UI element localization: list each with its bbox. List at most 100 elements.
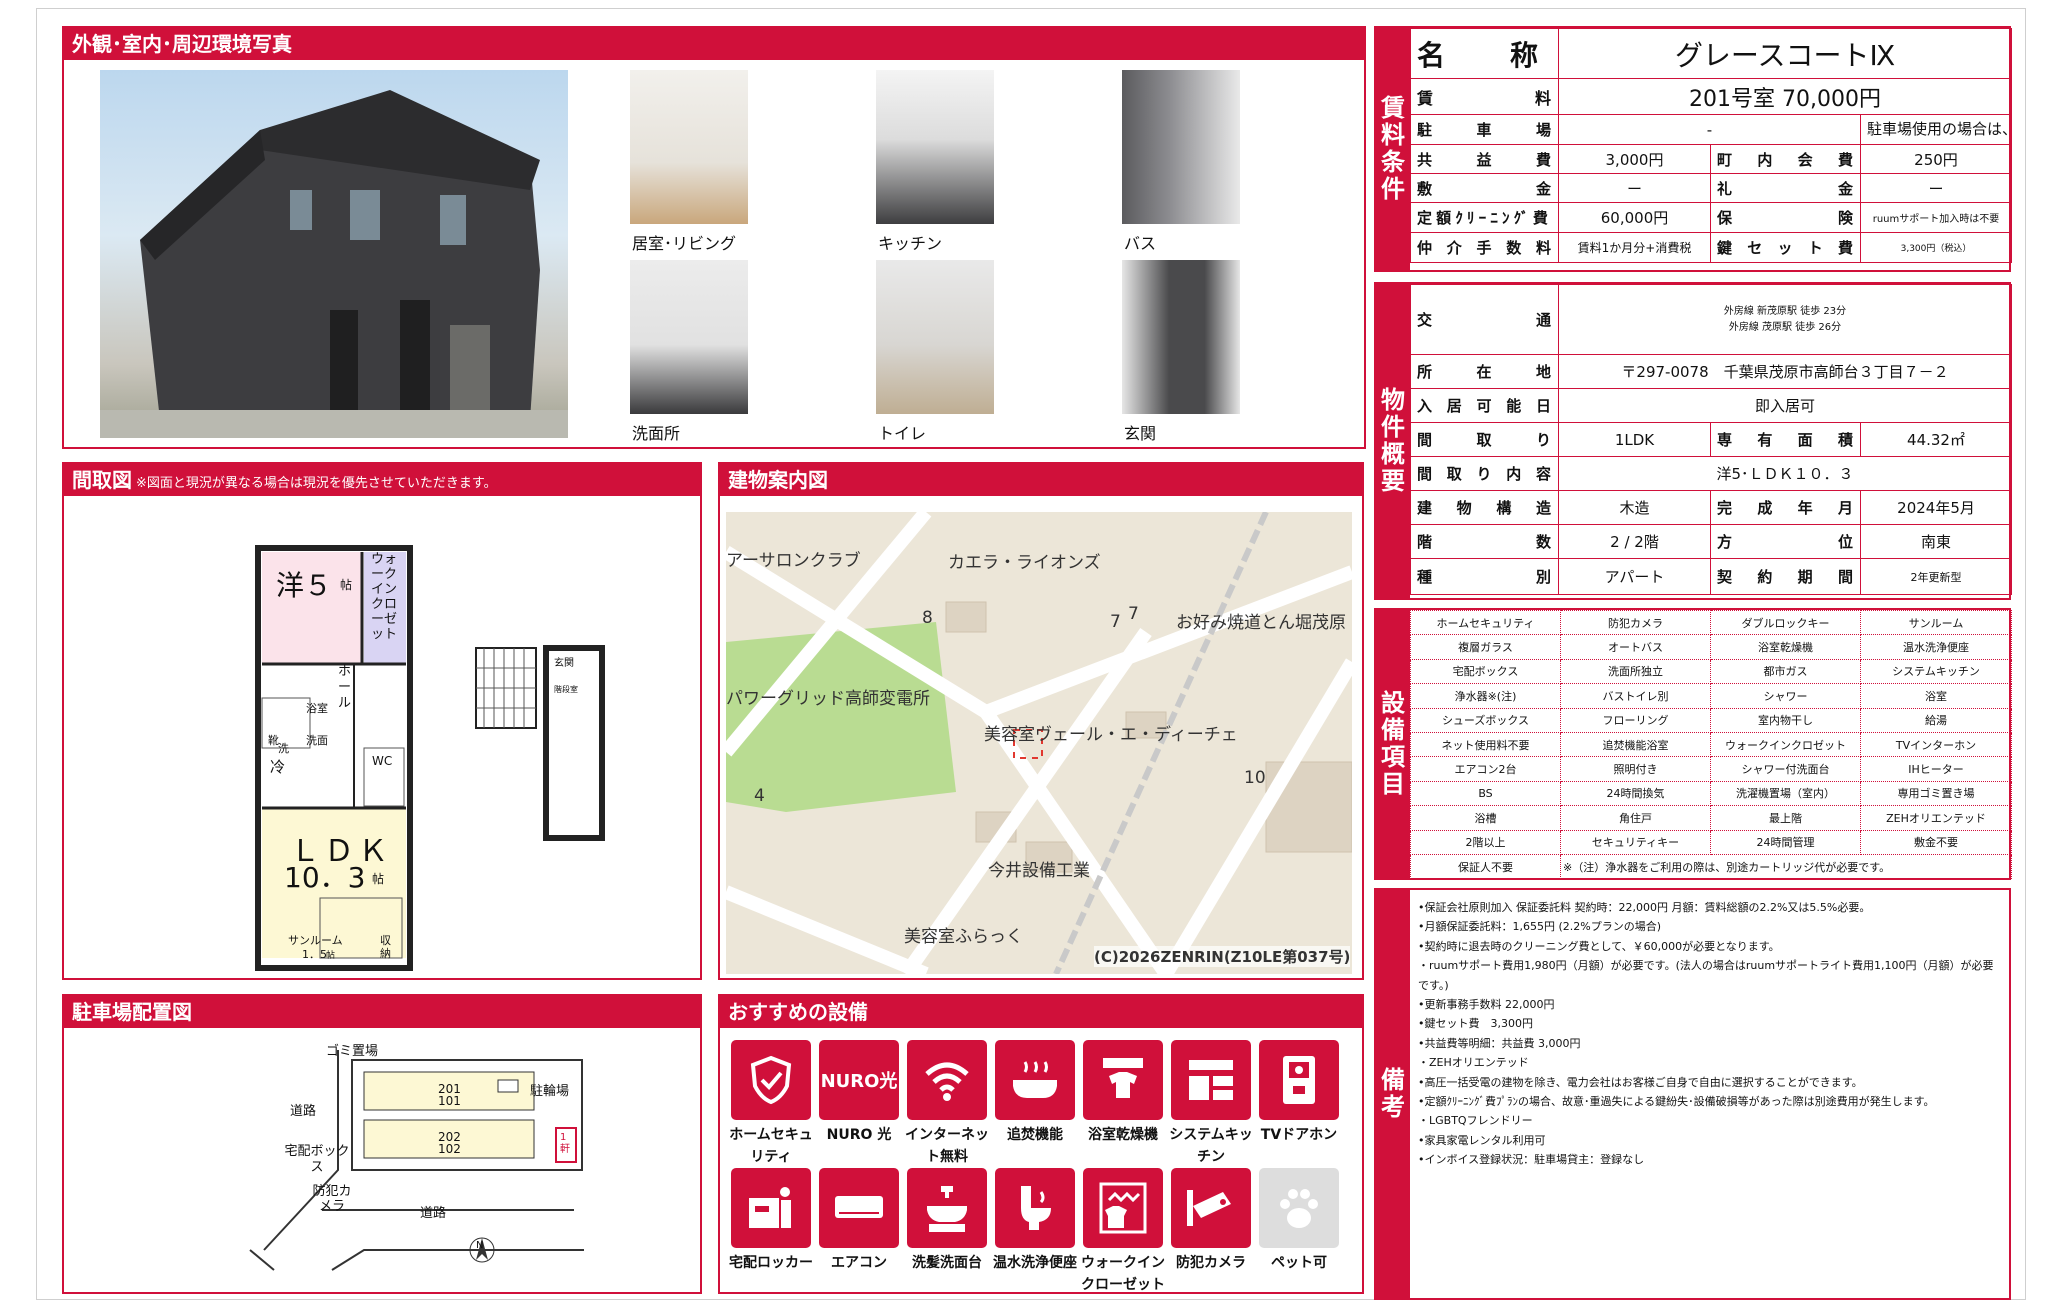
equipment-section: 設備項目 ホームセキュリティ 防犯カメラ ダブルロックキー サンルーム 複層ガラス オート… — [1374, 608, 2012, 880]
camera-icon — [1171, 1168, 1251, 1248]
deposit-label: 敷金 — [1410, 173, 1559, 203]
direction-value: 南東 — [1859, 524, 2013, 559]
equipment-cell: フローリング — [1560, 707, 1711, 733]
map-label-imai: 今井設備工業 — [988, 861, 1090, 881]
rent-table: 名 称グレースコートⅨ 賃料 201号室 70,000円 駐車場 - 駐車場使用の場合… — [1410, 28, 2012, 263]
town-fee-value: 250円 — [1860, 144, 2012, 174]
cleaning-value: 60,000円 — [1558, 202, 1711, 233]
recommend-label: NURO 光 — [826, 1127, 892, 1143]
equipment-cell: 敷金不要 — [1860, 829, 2012, 855]
recommend-title: おすすめの設備 — [720, 996, 1362, 1028]
living-caption: 居室･リビング — [632, 234, 737, 253]
key-set-value: 3,300円（税込） — [1860, 232, 2012, 263]
paw-icon — [1259, 1168, 1339, 1248]
equipment-cell: 洗面所独立 — [1560, 658, 1711, 685]
equipment-row: ネット使用料不要 追焚機能浴室 ウォークインクロゼット TVインターホン — [1410, 731, 2012, 758]
equipment-table: ホームセキュリティ 防犯カメラ ダブルロックキー サンルーム 複層ガラス オートバス 浴室乾… — [1410, 609, 2012, 880]
map-block-8: 8 — [922, 608, 933, 628]
bath-photo — [1122, 70, 1240, 224]
common-fee-label: 共益費 — [1410, 144, 1559, 174]
washbasin-icon — [907, 1168, 987, 1248]
washroom-caption: 洗面所 — [632, 424, 681, 443]
toilet-caption: トイレ — [878, 424, 927, 443]
remarks-label-text: 備考 — [1381, 1066, 1405, 1121]
parking-drawing — [249, 1050, 584, 1271]
map-section: 建物案内図 アーサロンクラブ カエラ・ライオンズ お好み焼道とん堀茂原 パワーグ… — [718, 462, 1364, 980]
type-value: アパート — [1558, 558, 1711, 595]
recommend-label: 追焚機能 — [1007, 1127, 1063, 1143]
flyer-page: 外観･室内･周辺環境写真 居室･リビング キッチン バス 洗面所 トイレ 玄関 … — [0, 0, 2056, 1307]
equipment-cell: 複層ガラス — [1410, 634, 1561, 660]
ldk-size: 10．3 — [284, 861, 366, 894]
map-canvas[interactable]: アーサロンクラブ カエラ・ライオンズ お好み焼道とん堀茂原 パワーグリッド高師変… — [726, 512, 1352, 974]
key-money-label: 礼金 — [1710, 173, 1861, 203]
floorplan-section: 間取図 ※図面と現況が異なる場合は現況を優先させていただきます。 洋５ 帖 ウォー… — [62, 462, 702, 980]
hall-label: ホール — [338, 664, 352, 711]
recommend-section: おすすめの設備 ホームセキュリティ NURO光 NURO 光インターネット無料 追焚機… — [718, 994, 1364, 1294]
remark-line: •更新事務手数料 22,000円 — [1418, 998, 1555, 1012]
equipment-note: ※（注）浄水器をご利用の際は、別途カートリッジ代が必要です。 — [1560, 853, 2012, 880]
property-outline: 物件概要 交通 外房線 新茂原駅 徒歩 23分 外房線 茂原駅 徒歩 26分 所在地… — [1374, 282, 2013, 600]
equipment-cell: 室内物干し — [1710, 707, 1861, 733]
parking-label: 駐車場 — [1410, 114, 1559, 145]
equipment-row: ホームセキュリティ 防犯カメラ ダブルロックキー サンルーム — [1410, 609, 2012, 636]
floors-value: 2 / 2階 — [1558, 524, 1711, 559]
map-label-lions: カエラ・ライオンズ — [948, 553, 1101, 573]
remark-line: •契約時に退去時のクリーニング費として、￥60,000が必要となります。 — [1418, 939, 1780, 953]
map-block-7a: 7 — [1110, 612, 1121, 632]
washroom-photo — [630, 260, 748, 414]
parking-note: 駐車場使用の場合は、別途手数料（駐車料+消費税）が必要です。 — [1860, 114, 2012, 145]
equipment-cell: ホームセキュリティ — [1410, 609, 1561, 636]
equipment-cell: 照明付き — [1560, 756, 1711, 782]
equipment-cell: ZEHオリエンテッド — [1860, 805, 2012, 831]
map-label-flak: 美容室ふらっく — [904, 927, 1023, 947]
equipment-cell: 24時間管理 — [1710, 829, 1861, 855]
recommend-label: インターネット無料 — [905, 1127, 989, 1165]
rent-label-text: 賃料条件 — [1381, 94, 1405, 203]
type-label: 種別 — [1410, 558, 1559, 595]
cleaning-label: 定額ｸﾘｰﾆﾝｸﾞ費 — [1410, 202, 1559, 233]
access-label: 交通 — [1410, 284, 1559, 355]
town-fee-label: 町内会費 — [1710, 144, 1861, 174]
sunroom-unit: 帖 — [326, 951, 336, 961]
rent-value: 201号室 70,000円 — [1558, 78, 2012, 115]
floorplan-heading: 間取図 — [72, 468, 132, 492]
equipment-label: 設備項目 — [1376, 610, 1410, 878]
remark-line: •家具家電レンタル利用可 — [1418, 1133, 1546, 1147]
area-value: 44.32㎡ — [1859, 422, 2013, 457]
equipment-cell: 専用ゴミ置き場 — [1860, 780, 2012, 807]
map-label-veil: 美容室ヴェール・エ・ディーチェ — [984, 725, 1238, 745]
equipment-row: シューズボックス フローリング 室内物干し 給湯 — [1410, 707, 2012, 733]
layout-value: 1LDK — [1558, 422, 1711, 457]
equipment-cell: 温水洗浄便座 — [1860, 634, 2012, 660]
outline-label-text: 物件概要 — [1381, 386, 1405, 495]
wc-label: WC — [372, 754, 393, 768]
recommend-label: 温水洗浄便座 — [993, 1255, 1077, 1271]
shield-icon — [731, 1040, 811, 1120]
equipment-row: 宅配ボックス 洗面所独立 都市ガス システムキッチン — [1410, 658, 2012, 685]
outline-table: 交通 外房線 新茂原駅 徒歩 23分 外房線 茂原駅 徒歩 26分 所在地 〒297-… — [1410, 284, 2013, 595]
equipment-cell: 宅配ボックス — [1410, 658, 1561, 685]
equipment-cell: 防犯カメラ — [1560, 609, 1711, 636]
address-value: 〒297-0078 千葉県茂原市高師台３丁目７－２ — [1557, 354, 2013, 389]
remark-line: ・LGBTQフレンドリー — [1418, 1114, 1533, 1128]
recommend-label: システムキッチン — [1169, 1127, 1253, 1165]
access-line-2: 外房線 茂原駅 徒歩 26分 — [1728, 321, 1842, 333]
built-value: 2024年5月 — [1859, 490, 2013, 525]
structure-value: 木造 — [1558, 490, 1711, 525]
western-room-unit: 帖 — [340, 578, 353, 592]
broker-fee-value: 賃料1か月分+消費税 — [1558, 232, 1711, 263]
equipment-cell: ネット使用料不要 — [1410, 731, 1561, 758]
equipment-cell: バストイレ別 — [1560, 683, 1711, 709]
kitchen-caption: キッチン — [878, 234, 943, 253]
bike-label: 駐輪場 — [530, 1084, 570, 1099]
rent-row-label: 賃料 — [1410, 78, 1559, 115]
layout-label: 間取り — [1410, 422, 1559, 457]
equipment-row: BS 24時間換気 洗濯機置場（室内） 専用ゴミ置き場 — [1410, 780, 2012, 807]
floorplan-note: ※図面と現況が異なる場合は現況を優先させていただきます。 — [136, 476, 497, 491]
key-money-value: ー — [1860, 173, 2012, 203]
map-block-7b: 7 — [1128, 604, 1139, 624]
equipment-cell: 24時間換気 — [1560, 780, 1711, 807]
map-title: 建物案内図 — [720, 464, 1362, 496]
structure-label: 建物構造 — [1410, 490, 1559, 525]
